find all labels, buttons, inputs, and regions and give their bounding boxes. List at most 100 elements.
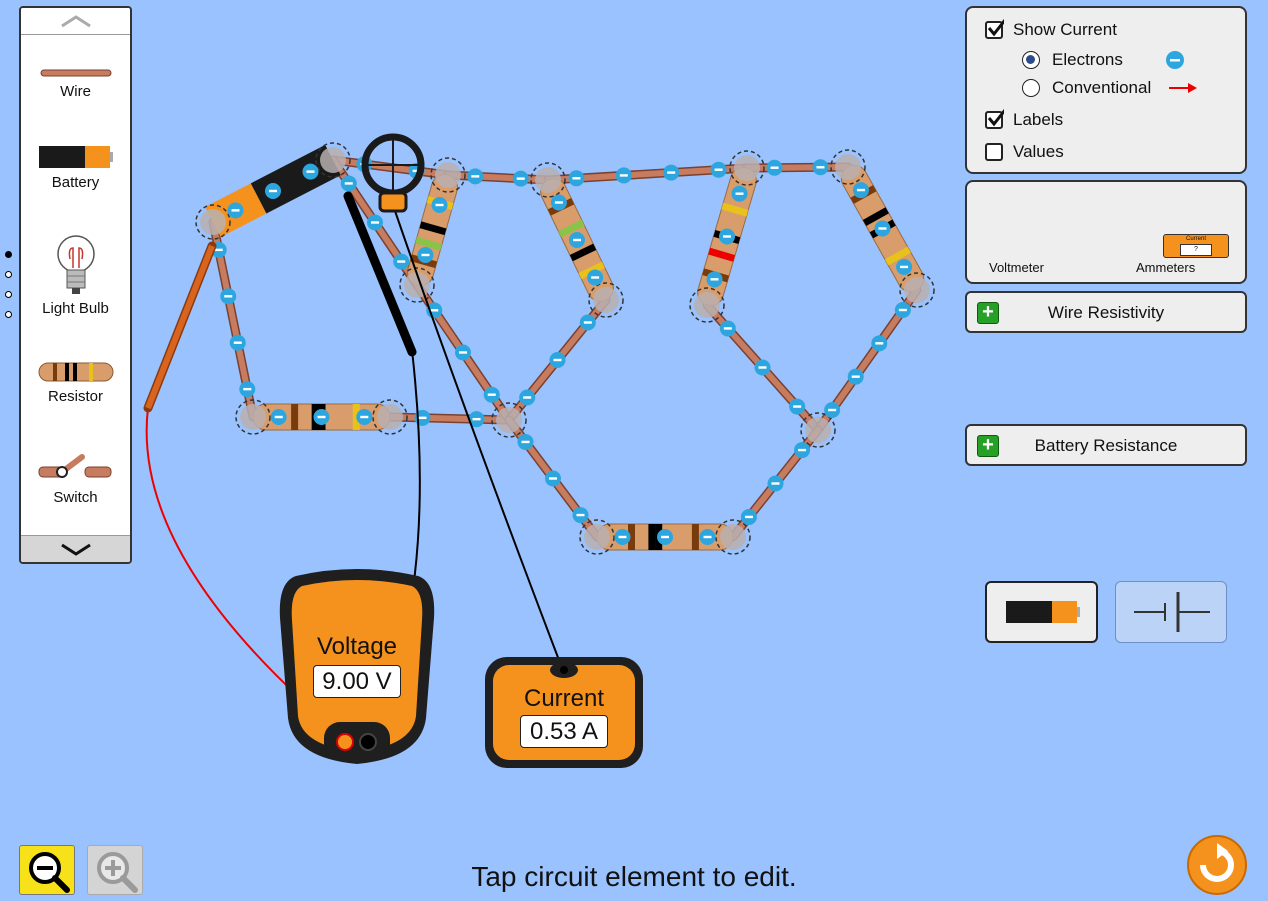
electron [306,170,315,173]
vertex-node[interactable] [805,417,831,443]
sensor-toolbox: Voltmeter Current ? Ammeters [965,180,1247,284]
electron [878,227,887,230]
battery-schematic-icon [1134,592,1210,632]
electron [576,513,585,517]
vertex-node[interactable] [200,209,226,235]
red-probe[interactable] [145,244,215,410]
conventional-radio[interactable]: Conventional [1022,78,1197,98]
electron [573,238,581,242]
voltmeter-toolbox-label[interactable]: Voltmeter [989,260,1044,275]
electron-icon [1166,51,1184,69]
electron [798,448,807,452]
electron [619,174,628,177]
reset-all-button[interactable] [1186,834,1248,896]
wire[interactable] [387,414,512,423]
schematic-view-button[interactable] [1115,581,1227,643]
checkbox-box[interactable] [985,143,1003,161]
resistor-band[interactable] [648,524,656,550]
ammeters-toolbox-label[interactable]: Ammeters [1136,260,1195,275]
radio-button[interactable] [1022,79,1040,97]
vertex-node[interactable] [720,524,746,550]
status-message: Tap circuit element to edit. [471,861,797,892]
vertex-node[interactable] [835,154,861,180]
electron [516,177,525,180]
show-current-label: Show Current [1013,20,1117,39]
checkbox-box[interactable] [985,109,1004,129]
vertex-node[interactable] [593,287,619,313]
conventional-arrow-icon [1169,83,1197,93]
electron [231,209,240,212]
electron [269,189,277,193]
electron [898,308,907,312]
wire[interactable] [744,164,851,171]
electron [723,235,731,238]
voltmeter-black-jack [359,733,377,751]
resistor-band[interactable] [291,404,299,430]
ammeter-toolbox-icon[interactable]: Current ? [1163,234,1229,258]
electron [344,182,353,185]
electron [274,415,283,419]
battery-icon [1006,601,1080,623]
electron [523,396,532,399]
electron [553,358,562,362]
vertex-node[interactable] [435,162,461,188]
labels-label: Labels [1013,110,1064,129]
electrons-label: Electrons [1052,50,1123,69]
electrons-radio[interactable]: Electrons [1022,50,1184,70]
vertex-node[interactable] [377,404,403,430]
electron [591,276,600,279]
vertex-node[interactable] [694,292,720,318]
wire-resistivity-accordion[interactable]: + Wire Resistivity [965,291,1247,333]
electron [618,535,627,539]
electron [397,260,406,263]
electron [243,387,252,391]
vertex-node[interactable] [496,407,522,433]
electron [233,341,242,344]
electron [549,477,557,480]
vertex-node[interactable] [240,404,266,430]
resistor-band[interactable] [691,524,699,550]
ammeter-icon-title: Current [1185,236,1206,242]
electron [371,221,379,224]
lifelike-view-button[interactable] [985,581,1098,643]
ammeter-probe-handle[interactable] [378,191,408,213]
values-checkbox[interactable]: Values [985,142,1064,162]
ammeter-title: Current [523,685,605,712]
vertex-node[interactable] [535,167,561,193]
battery-resistance-accordion[interactable]: + Battery Resistance [965,424,1247,466]
electron [471,175,480,178]
wire-resistivity-title: Wire Resistivity [1047,303,1165,322]
electron [703,535,712,539]
vertex-node[interactable] [320,147,346,173]
vertex-node[interactable] [584,524,610,550]
radio-button[interactable] [1022,51,1040,69]
electron [421,253,430,257]
electron [214,248,223,252]
electron [224,295,233,298]
electron [744,515,753,519]
labels-checkbox[interactable]: Labels [985,109,1064,130]
show-current-checkbox[interactable]: Show Current [985,19,1117,40]
electron [758,366,767,369]
voltmeter-red-jack [336,733,354,751]
electron [435,203,444,207]
view-options-panel: Show Current Electrons Conventional Labe… [965,6,1247,174]
checkmark-icon [987,19,1004,37]
electron [317,415,326,419]
electron [572,177,581,180]
ammeter-reading: 0.53 A [520,715,608,748]
electron [816,166,825,169]
electron [418,416,427,420]
vertex-node[interactable] [734,155,760,181]
circuit-canvas[interactable] [0,0,960,780]
values-label: Values [1013,142,1064,161]
checkmark-icon [987,109,1004,127]
electron [583,321,592,324]
electron [487,393,496,396]
checkbox-box[interactable] [985,19,1004,39]
electron [856,188,865,192]
electron [472,417,481,421]
vertex-node[interactable] [904,277,930,303]
electron [459,351,467,354]
electron [900,265,909,269]
